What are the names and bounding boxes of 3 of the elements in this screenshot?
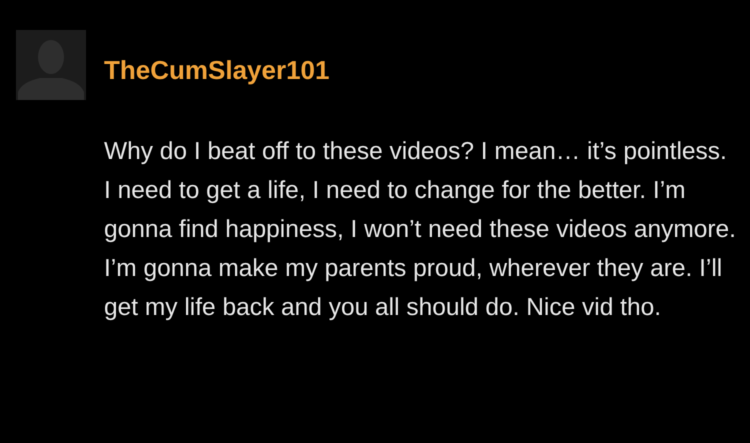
avatar-icon <box>16 30 86 100</box>
comment-text: Why do I beat off to these videos? I mean… it’s pointless. I need to get a life, I need to change for the better. I’m gonna find happiness, I won’t need these videos anymore. I’m gonna make my parents proud, wherever they are. I’ll get my life back and you all should do. Nice vid tho. <box>104 137 736 323</box>
username[interactable]: TheCumSlayer101 <box>104 54 330 86</box>
